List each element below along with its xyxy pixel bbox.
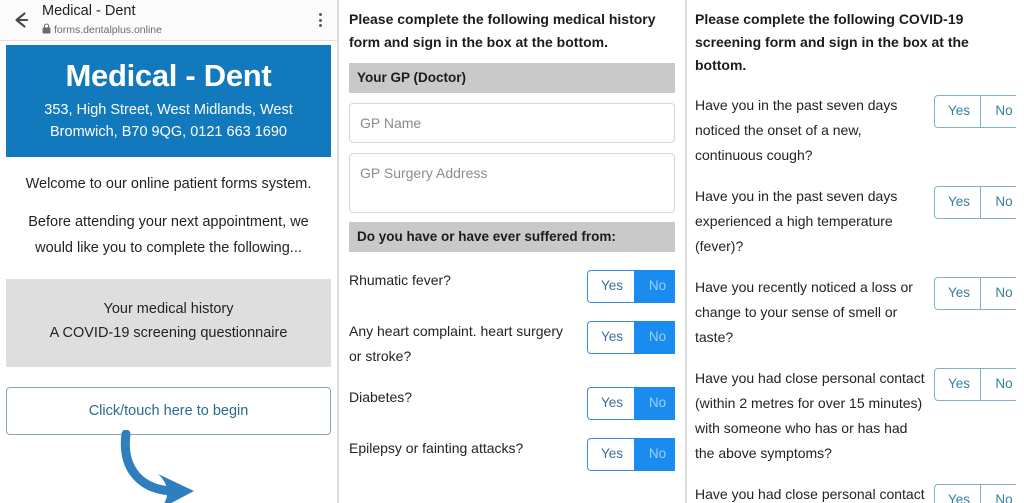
yes-option[interactable]: Yes xyxy=(587,321,634,354)
yes-no-toggle[interactable]: Yes No xyxy=(934,484,1016,503)
yes-no-toggle[interactable]: Yes No xyxy=(587,438,675,471)
lock-icon xyxy=(42,21,51,39)
no-option[interactable]: No xyxy=(981,484,1016,503)
question-row: Rhumatic fever? Yes No xyxy=(349,268,675,303)
question-label: Epilepsy or fainting attacks? xyxy=(349,440,524,456)
yes-no-toggle-holder: Yes No xyxy=(587,319,675,354)
question-label: Have you recently noticed a loss or chan… xyxy=(695,279,913,345)
yes-option[interactable]: Yes xyxy=(934,95,981,128)
question-row: Have you in the past seven days noticed … xyxy=(695,93,1016,168)
question-label: Have you had close personal contact (wit… xyxy=(695,370,925,461)
question-row: Diabetes? Yes No xyxy=(349,385,675,420)
forms-list-item-covid-screening: A COVID-19 screening questionnaire xyxy=(49,325,288,341)
back-arrow-icon[interactable] xyxy=(8,7,34,33)
question-label: Diabetes? xyxy=(349,389,413,405)
yes-option[interactable]: Yes xyxy=(587,270,634,303)
browser-toolbar: Medical - Dent forms.dentalplus.online xyxy=(0,0,337,41)
question-label: Rhumatic fever? xyxy=(349,272,451,288)
welcome-line: Welcome to our online patient forms syst… xyxy=(25,176,312,192)
no-option[interactable]: No xyxy=(981,368,1016,401)
yes-no-toggle[interactable]: Yes No xyxy=(934,186,1016,219)
no-option[interactable]: No xyxy=(981,186,1016,219)
question-label: Have you in the past seven days noticed … xyxy=(695,97,898,163)
medical-history-intro: Please complete the following medical hi… xyxy=(349,11,656,50)
yes-option[interactable]: Yes xyxy=(934,277,981,310)
practice-banner: Medical - Dent 353, High Street, West Mi… xyxy=(6,45,331,157)
practice-name: Medical - Dent xyxy=(65,58,272,93)
covid-screening-form: Please complete the following COVID-19 s… xyxy=(687,0,1024,503)
question-row: Have you had close personal contact (wit… xyxy=(695,366,1016,466)
yes-no-toggle[interactable]: Yes No xyxy=(587,321,675,354)
covid-screening-intro: Please complete the following COVID-19 s… xyxy=(695,11,969,73)
yes-option[interactable]: Yes xyxy=(934,368,981,401)
question-row: Any heart complaint. heart surgery or st… xyxy=(349,319,675,369)
right-panel-covid-screening-form: Please complete the following COVID-19 s… xyxy=(685,0,1024,503)
no-option[interactable]: No xyxy=(981,95,1016,128)
yes-no-toggle-holder: Yes No xyxy=(587,385,675,420)
no-option[interactable]: No xyxy=(634,438,675,471)
yes-no-toggle-holder: Yes No xyxy=(587,268,675,303)
landing-page-body: Medical - Dent 353, High Street, West Mi… xyxy=(0,45,337,503)
no-option[interactable]: No xyxy=(634,387,675,420)
gp-surgery-address-input[interactable]: GP Surgery Address xyxy=(349,153,675,213)
forms-list-item-medical-history: Your medical history xyxy=(103,301,234,317)
medical-history-form: Please complete the following medical hi… xyxy=(339,0,685,471)
yes-option[interactable]: Yes xyxy=(934,484,981,503)
yes-no-toggle[interactable]: Yes No xyxy=(934,368,1016,401)
question-label: Have you had close personal contact (wit… xyxy=(695,486,925,502)
forms-list-box: Your medical history A COVID-19 screenin… xyxy=(6,279,331,367)
browser-title-block: Medical - Dent forms.dentalplus.online xyxy=(42,2,311,39)
welcome-text-block: Welcome to our online patient forms syst… xyxy=(0,157,337,267)
no-option[interactable]: No xyxy=(981,277,1016,310)
yes-option[interactable]: Yes xyxy=(587,438,634,471)
url-row[interactable]: forms.dentalplus.online xyxy=(42,21,311,39)
left-panel-landing-page: Medical - Dent forms.dentalplus.online M… xyxy=(0,0,337,503)
yes-no-toggle-holder: Yes No xyxy=(934,366,1016,401)
begin-button-label: Click/touch here to begin xyxy=(88,403,249,419)
middle-panel-medical-history-form: Please complete the following medical hi… xyxy=(337,0,685,503)
kebab-menu-icon[interactable] xyxy=(311,7,329,33)
url-text: forms.dentalplus.online xyxy=(54,23,162,36)
question-row: Have you in the past seven days experien… xyxy=(695,184,1016,259)
yes-no-toggle-holder: Yes No xyxy=(934,482,1016,503)
yes-no-toggle-holder: Yes No xyxy=(934,275,1016,310)
yes-no-toggle-holder: Yes No xyxy=(587,436,675,471)
practice-address: 353, High Street, West Midlands, West Br… xyxy=(44,102,293,140)
no-option[interactable]: No xyxy=(634,270,675,303)
screenshot-root: Medical - Dent forms.dentalplus.online M… xyxy=(0,0,1024,503)
welcome-paragraph: Before attending your next appointment, … xyxy=(28,214,309,256)
begin-button[interactable]: Click/touch here to begin xyxy=(6,387,331,435)
question-row: Have you recently noticed a loss or chan… xyxy=(695,275,1016,350)
yes-no-toggle[interactable]: Yes No xyxy=(934,277,1016,310)
curved-arrow-icon xyxy=(118,429,258,503)
yes-option[interactable]: Yes xyxy=(934,186,981,219)
yes-no-toggle[interactable]: Yes No xyxy=(587,270,675,303)
yes-no-toggle-holder: Yes No xyxy=(934,184,1016,219)
question-label: Have you in the past seven days experien… xyxy=(695,188,898,254)
yes-no-toggle[interactable]: Yes No xyxy=(587,387,675,420)
no-option[interactable]: No xyxy=(634,321,675,354)
yes-option[interactable]: Yes xyxy=(587,387,634,420)
yes-no-toggle[interactable]: Yes No xyxy=(934,95,1016,128)
gp-name-input[interactable]: GP Name xyxy=(349,103,675,143)
yes-no-toggle-holder: Yes No xyxy=(934,93,1016,128)
page-title: Medical - Dent xyxy=(42,2,136,19)
question-row: Epilepsy or fainting attacks? Yes No xyxy=(349,436,675,471)
section-header-your-gp: Your GP (Doctor) xyxy=(349,63,675,93)
section-header-suffered-from: Do you have or have ever suffered from: xyxy=(349,222,675,252)
question-label: Any heart complaint. heart surgery or st… xyxy=(349,323,563,364)
question-row: Have you had close personal contact (wit… xyxy=(695,482,1016,503)
